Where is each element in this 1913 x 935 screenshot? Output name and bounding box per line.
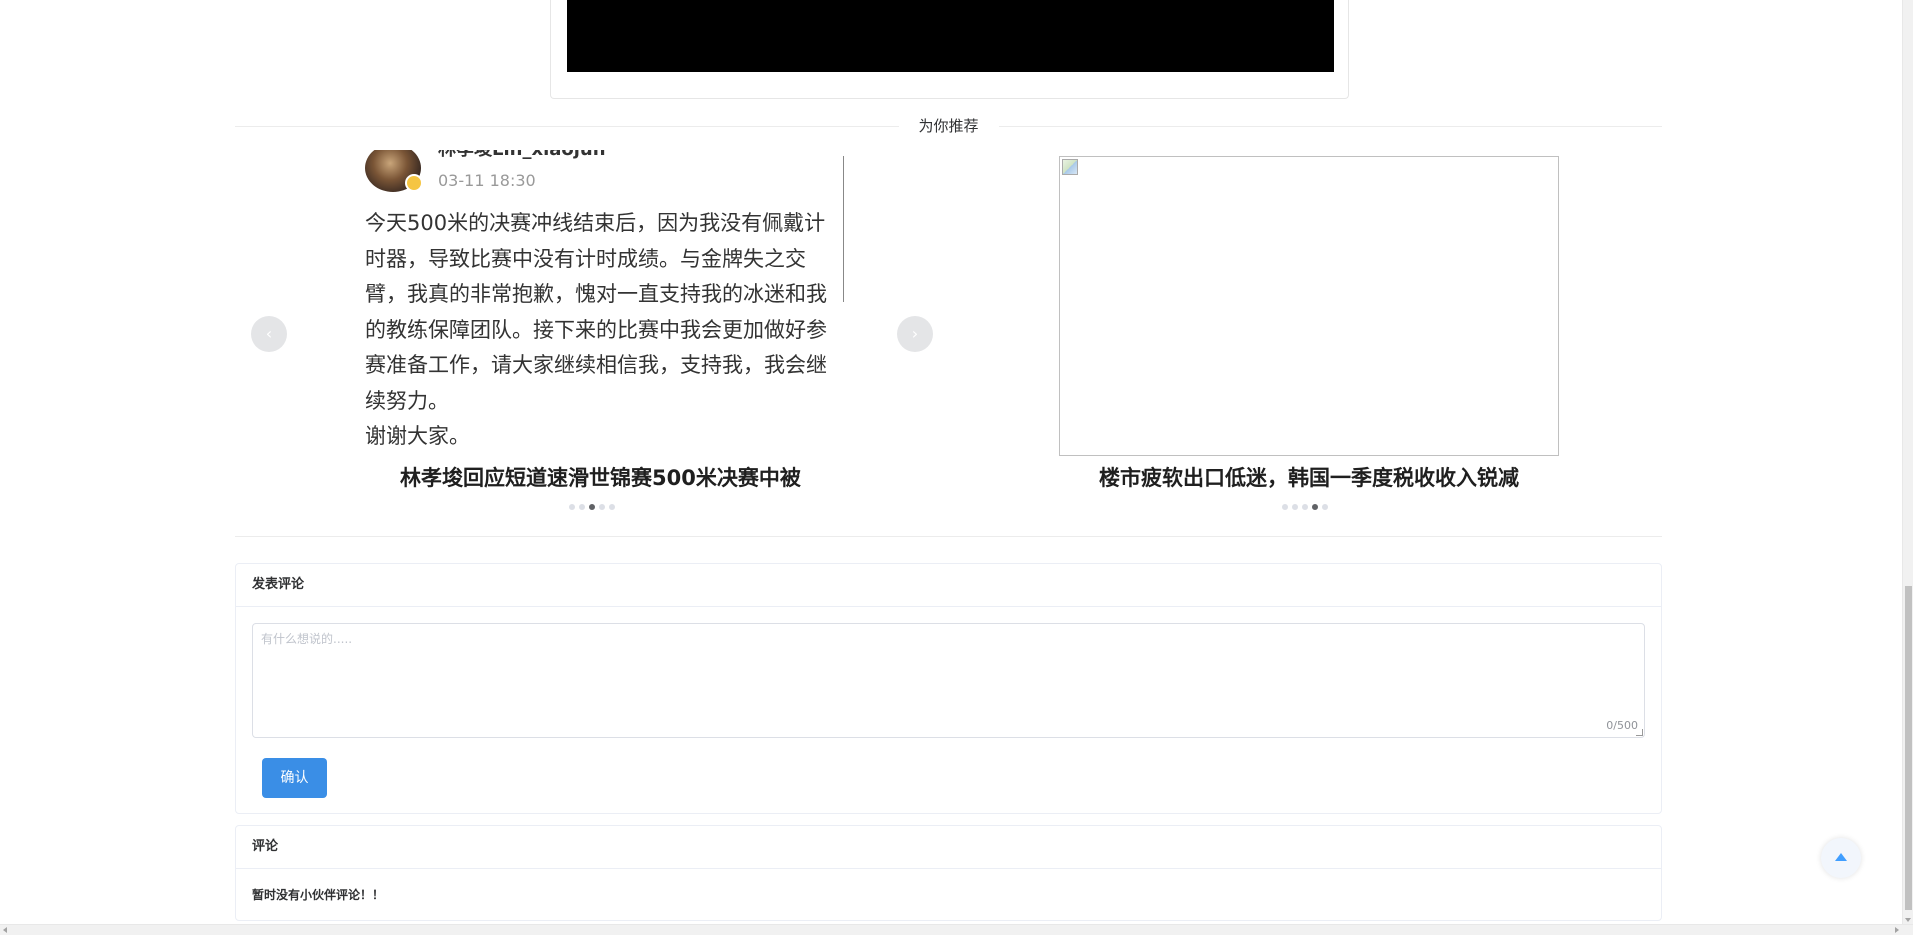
carousel-dot[interactable] (1322, 504, 1328, 510)
recommend-title: 为你推荐 (898, 116, 999, 136)
carousel-dot[interactable] (579, 504, 585, 510)
recommend-divider: 为你推荐 (235, 116, 1662, 136)
chevron-right-icon: › (911, 324, 919, 343)
carousel-dot[interactable] (1282, 504, 1288, 510)
carousel-slide-image-right[interactable] (1059, 156, 1559, 456)
comments-title: 评论 (236, 826, 1661, 869)
page: 为你推荐 ‹ 林孝埈Lin_xiaojun 03-11 18:30 今天500米… (0, 0, 1902, 924)
weibo-username: 林孝埈Lin_xiaojun (438, 150, 606, 162)
vertical-scrollbar[interactable] (1902, 0, 1913, 924)
carousel-indicators-right (1282, 504, 1328, 510)
carousel-dot[interactable] (1292, 504, 1298, 510)
weibo-text-body: 今天500米的决赛冲线结束后，因为我没有佩戴计时器，导致比赛中没有计时成绩。与金… (365, 211, 827, 413)
comment-form-card: 发表评论 有什么想说的..... 0/500 确认 (235, 563, 1662, 814)
verified-badge-icon (405, 174, 423, 192)
carousel-slide-image-left[interactable]: 林孝埈Lin_xiaojun 03-11 18:30 今天500米的决赛冲线结束… (365, 150, 840, 450)
carousel-dot[interactable] (599, 504, 605, 510)
confirm-button[interactable]: 确认 (262, 758, 327, 798)
caret-up-icon (1835, 853, 1847, 861)
comments-empty-text: 暂时没有小伙伴评论！！ (252, 888, 385, 902)
video-card (550, 0, 1349, 99)
scroll-left-arrow-icon[interactable] (3, 927, 7, 933)
weibo-text: 今天500米的决赛冲线结束后，因为我没有佩戴计时器，导致比赛中没有计时成绩。与金… (365, 206, 835, 450)
scroll-down-arrow-icon[interactable] (1905, 918, 1911, 922)
weibo-time: 03-11 18:30 (438, 171, 536, 190)
video-player[interactable] (567, 0, 1334, 72)
comments-card: 评论 暂时没有小伙伴评论！！ (235, 825, 1662, 921)
carousel-dot[interactable] (609, 504, 615, 510)
scroll-right-arrow-icon[interactable] (1895, 927, 1899, 933)
carousel-next-button[interactable]: › (897, 316, 933, 352)
comment-placeholder: 有什么想说的..... (261, 632, 353, 646)
carousel-caption-left[interactable]: 林孝埈回应短道速滑世锦赛500米决赛中被 (400, 464, 801, 492)
comment-form-title: 发表评论 (236, 564, 1661, 607)
chevron-left-icon: ‹ (265, 324, 273, 343)
back-to-top-button[interactable] (1821, 838, 1861, 878)
carousel-dot-active[interactable] (1312, 504, 1318, 510)
carousel-caption-right[interactable]: 楼市疲软出口低迷，韩国一季度税收收入锐减 (1099, 464, 1519, 492)
resize-grip-icon[interactable] (1636, 729, 1643, 736)
carousel-dot[interactable] (569, 504, 575, 510)
vertical-scrollbar-thumb[interactable] (1905, 586, 1912, 910)
comment-textarea[interactable]: 有什么想说的..... 0/500 (252, 623, 1645, 738)
slide-divider (843, 156, 844, 302)
carousel-prev-button[interactable]: ‹ (251, 316, 287, 352)
weibo-text-thanks: 谢谢大家。 (365, 424, 470, 448)
carousel-dot-active[interactable] (589, 504, 595, 510)
horizontal-scrollbar[interactable] (0, 924, 1913, 935)
broken-image-icon (1062, 159, 1078, 175)
carousel-dot[interactable] (1302, 504, 1308, 510)
char-count: 0/500 (1606, 719, 1638, 732)
section-divider (235, 536, 1662, 537)
carousel-indicators-left (569, 504, 615, 510)
